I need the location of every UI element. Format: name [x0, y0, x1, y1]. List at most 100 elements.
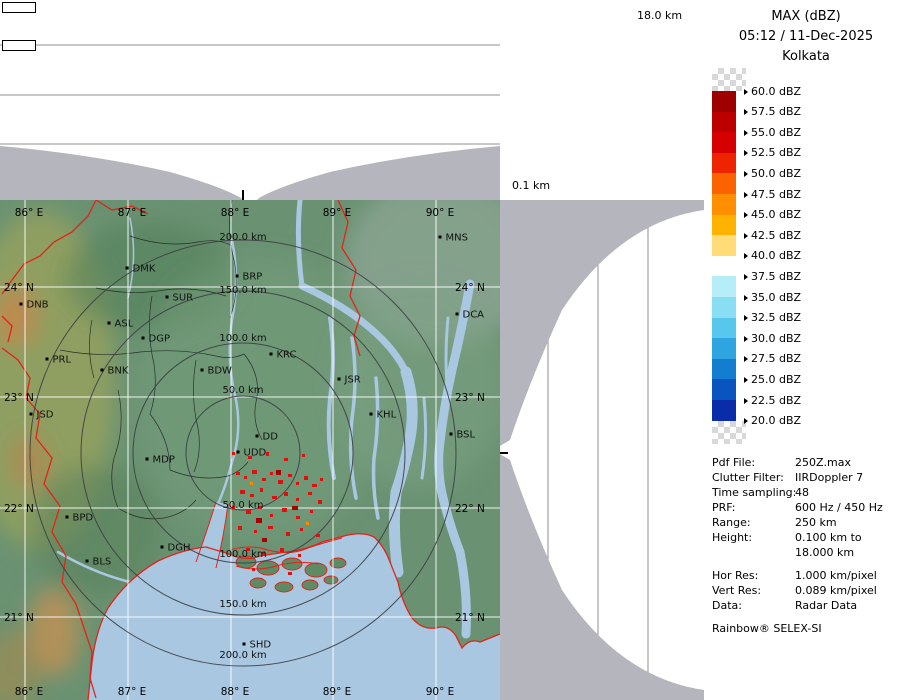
range-ring-label: 150.0 km — [219, 285, 266, 296]
legend-level-label: 47.5 dBZ — [744, 189, 801, 200]
legend-swatch — [712, 215, 736, 236]
legend-level-label: 37.5 dBZ — [744, 271, 801, 282]
legend-level-label: 40.0 dBZ — [744, 250, 801, 261]
legend-tick-icon — [744, 377, 748, 383]
legend-swatch — [712, 338, 736, 359]
info-row: Data:Radar Data — [712, 598, 906, 613]
city-label: JSD — [36, 410, 54, 421]
legend-swatch — [712, 379, 736, 400]
legend-tick-icon — [744, 418, 748, 424]
city-label: BNK — [108, 366, 129, 377]
info-label: Data: — [712, 598, 795, 613]
product-header: MAX (dBZ) 05:12 / 11-Dec-2025 Kolkata — [706, 7, 906, 67]
range-ring-label: 200.0 km — [219, 232, 266, 243]
city-marker — [20, 303, 23, 306]
product-info: Pdf File:250Z.maxClutter Filter:IIRDoppl… — [712, 455, 906, 635]
city-marker — [456, 313, 459, 316]
longitude-label-top: 89° E — [323, 207, 352, 219]
latitude-label-right: 22° N — [455, 503, 485, 515]
city-marker — [66, 516, 69, 519]
info-value: 250Z.max — [795, 456, 851, 469]
legend-tick-icon — [744, 212, 748, 218]
info-value: 1.000 km/pixel — [795, 569, 877, 582]
city-label: DCA — [463, 310, 485, 321]
ns-height-panel — [500, 200, 706, 700]
info-value: IIRDoppler 7 — [795, 471, 863, 484]
city-label: BDW — [208, 366, 233, 377]
no-data-wedge-right — [257, 146, 500, 200]
product-datetime: 05:12 / 11-Dec-2025 — [706, 27, 906, 47]
station-name: Kolkata — [706, 47, 906, 67]
legend-swatch — [712, 194, 736, 215]
ew-height-panel — [0, 0, 500, 200]
longitude-label-top: 90° E — [426, 207, 455, 219]
info-row: Clutter Filter:IIRDoppler 7 — [712, 470, 906, 485]
legend-swatch-transparent-high — [712, 68, 746, 91]
legend-tick-icon — [744, 356, 748, 362]
scale-marker-box — [2, 40, 36, 51]
range-ring-label: 200.0 km — [219, 650, 266, 661]
city-label: SHD — [250, 640, 272, 651]
latitude-label-right: 21° N — [455, 612, 485, 624]
legend-level-label: 32.5 dBZ — [744, 312, 801, 323]
legend-swatch — [712, 235, 736, 256]
city-marker — [243, 643, 246, 646]
city-label: SUR — [173, 293, 194, 304]
longitude-label-bottom: 87° E — [118, 686, 147, 698]
city-marker — [101, 369, 104, 372]
info-label: Height: — [712, 530, 795, 545]
longitude-label-bottom: 86° E — [15, 686, 44, 698]
legend-level-label: 20.0 dBZ — [744, 415, 801, 426]
info-label: Pdf File: — [712, 455, 795, 470]
software-name: Rainbow® SELEX-SI — [712, 622, 906, 635]
info-label: Hor Res: — [712, 568, 795, 583]
city-label: DMK — [133, 264, 156, 275]
info-row: Height:0.100 km to — [712, 530, 906, 545]
no-data-wedge-top — [500, 200, 704, 446]
city-label: BRP — [243, 272, 263, 283]
range-ring-label: 100.0 km — [219, 549, 266, 560]
height-axis-max-label: 18.0 km — [637, 9, 682, 22]
info-label: PRF: — [712, 500, 795, 515]
legend-level-label: 27.5 dBZ — [744, 353, 801, 364]
city-marker — [126, 267, 129, 270]
city-label: MDP — [153, 455, 175, 466]
city-label: BPD — [73, 513, 94, 524]
latitude-label-right: 24° N — [455, 282, 485, 294]
city-label: DGH — [168, 543, 191, 554]
info-label: Range: — [712, 515, 795, 530]
city-label: DNB — [27, 300, 49, 311]
product-info-rows: Pdf File:250Z.maxClutter Filter:IIRDoppl… — [712, 455, 906, 613]
longitude-label-top: 86° E — [15, 207, 44, 219]
range-ring-label: 100.0 km — [219, 333, 266, 344]
info-row: Range:250 km — [712, 515, 906, 530]
city-marker — [236, 275, 239, 278]
legend-swatch — [712, 112, 736, 133]
range-ring-label: 150.0 km — [219, 599, 266, 610]
legend-tick-icon — [744, 336, 748, 342]
latitude-label-right: 23° N — [455, 392, 485, 404]
city-label: PRL — [53, 355, 72, 366]
city-marker — [166, 296, 169, 299]
legend-level-label: 55.0 dBZ — [744, 127, 801, 138]
city-marker — [46, 358, 49, 361]
info-row: Hor Res:1.000 km/pixel — [712, 568, 906, 583]
legend-tick-icon — [744, 109, 748, 115]
legend-tick-icon — [744, 315, 748, 321]
info-value: 0.100 km to — [795, 531, 862, 544]
city-label: KHL — [377, 410, 397, 421]
legend-tick-icon — [744, 253, 748, 259]
no-data-wedge-bottom — [500, 454, 704, 700]
info-value: 250 km — [795, 516, 837, 529]
city-marker — [237, 451, 240, 454]
legend-level-label: 22.5 dBZ — [744, 395, 801, 406]
dbz-color-scale: 60.0 dBZ57.5 dBZ55.0 dBZ52.5 dBZ50.0 dBZ… — [712, 68, 904, 448]
city-label: JSR — [344, 375, 361, 386]
city-label: DD — [263, 432, 279, 443]
height-gridlines-ew — [0, 45, 500, 144]
legend-swatch — [712, 318, 736, 339]
legend-sidebar: MAX (dBZ) 05:12 / 11-Dec-2025 Kolkata 60… — [706, 0, 906, 700]
no-data-wedge-left — [0, 146, 243, 200]
legend-tick-icon — [744, 274, 748, 280]
latitude-label-left: 23° N — [4, 392, 34, 404]
